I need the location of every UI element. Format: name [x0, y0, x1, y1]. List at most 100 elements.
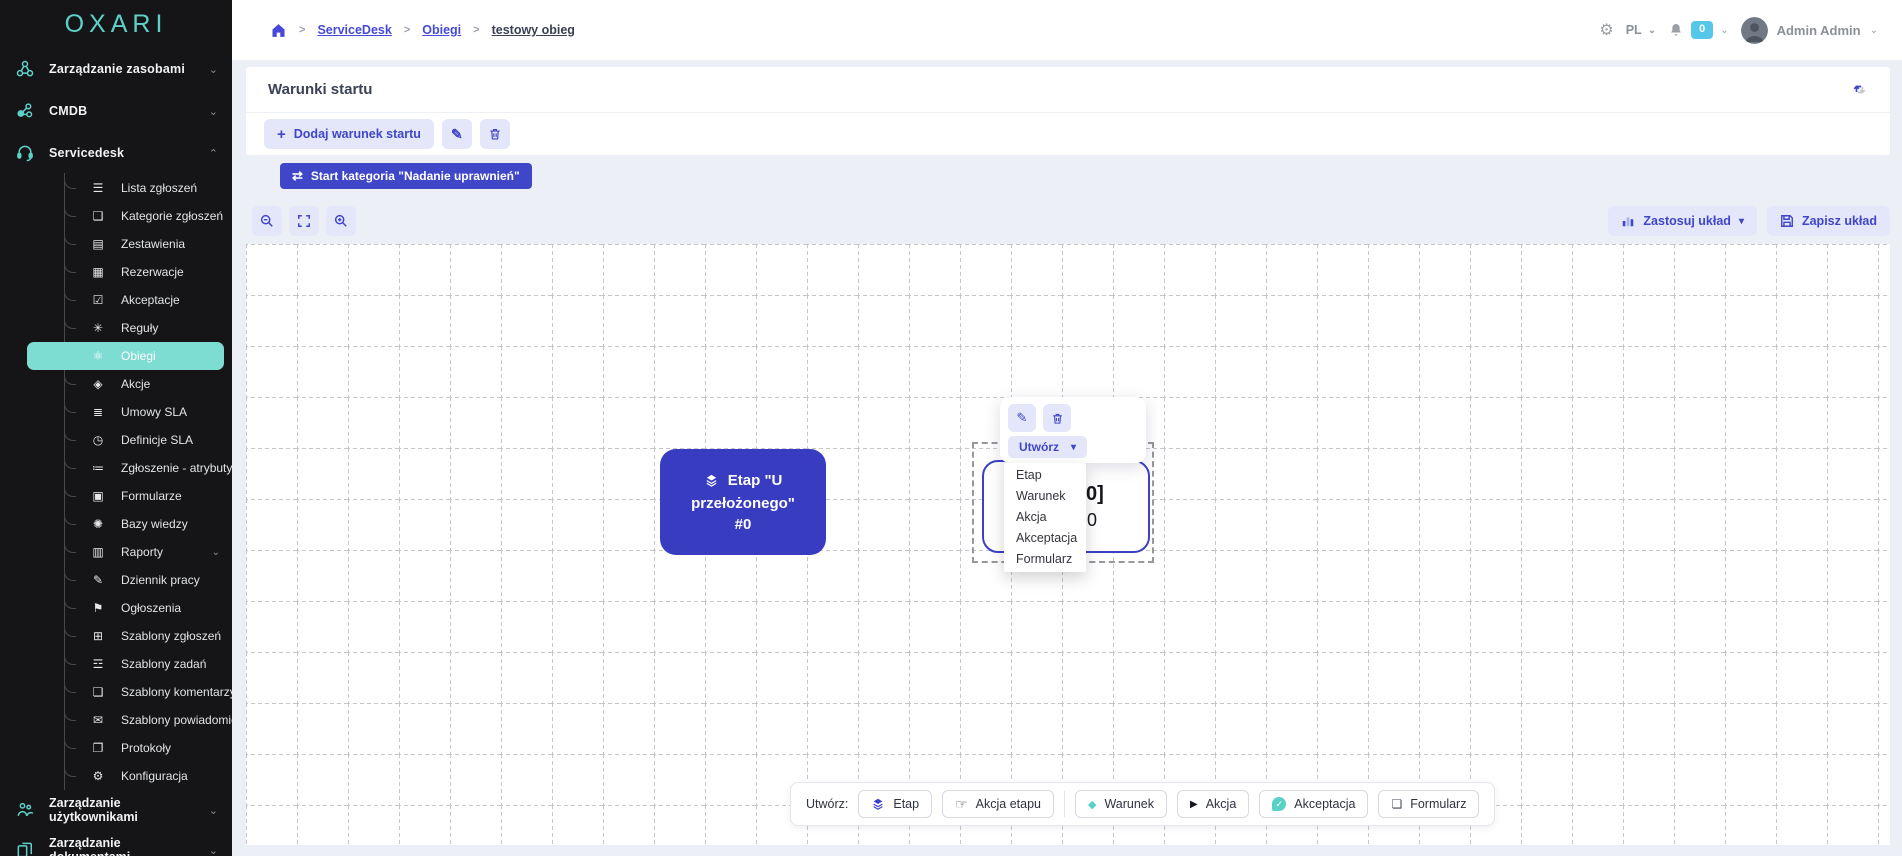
- create-dropdown-button[interactable]: Utwórz ▾: [1008, 436, 1087, 458]
- sidebar-item-zarzadzanie-dokumentami[interactable]: Zarządzanie dokumentami ⌄: [0, 830, 232, 856]
- workflow-canvas[interactable]: 0] 0 Etap "U przełożonego" #0: [246, 244, 1890, 845]
- add-start-condition-button[interactable]: + Dodaj warunek startu: [264, 119, 434, 149]
- approval-bubble-icon: ✓: [1272, 797, 1286, 811]
- create-warunek-button[interactable]: ◆ Warunek: [1075, 790, 1167, 818]
- main-area: > ServiceDesk > Obiegi > testowy obieg ⚙…: [232, 0, 1902, 856]
- sidebar-item-zarzadzanie-uzytkownikami[interactable]: Zarządzanie użytkownikami ⌄: [0, 790, 232, 830]
- start-condition-chip[interactable]: ⇄ Start kategoria "Nadanie uprawnień": [280, 163, 532, 189]
- notifications-menu[interactable]: 0 ⌄: [1668, 21, 1729, 38]
- breadcrumb: > ServiceDesk > Obiegi > testowy obieg: [270, 22, 575, 39]
- swap-order-icon[interactable]: [1851, 81, 1868, 98]
- assets-icon: [14, 58, 36, 80]
- topbar: > ServiceDesk > Obiegi > testowy obieg ⚙…: [232, 0, 1902, 60]
- sidebar-item-kategorie-zgloszen[interactable]: ❑ Kategorie zgłoszeń: [65, 202, 232, 230]
- chevron-down-icon: ⌄: [209, 804, 218, 817]
- sidebar: OXARI Zarządzanie zasobami ⌄ CMDB ⌄: [0, 0, 232, 856]
- bell-icon: [1668, 22, 1684, 38]
- sidebar-item-akceptacje[interactable]: ☑ Akceptacje: [65, 286, 232, 314]
- sidebar-item-zarzadzanie-zasobami[interactable]: Zarządzanie zasobami ⌄: [0, 48, 232, 90]
- node-context-popup: ✎ Utwórz ▾: [1000, 397, 1146, 463]
- create-menu-option[interactable]: Akcja: [1004, 507, 1086, 528]
- worklog-icon: ✎: [89, 573, 107, 587]
- oxari-logo: OXARI: [0, 0, 232, 48]
- zoom-out-icon: [260, 214, 274, 228]
- sidebar-item-reguly[interactable]: ✳ Reguły: [65, 314, 232, 342]
- breadcrumb-servicedesk[interactable]: ServiceDesk: [317, 23, 391, 37]
- sidebar-item-definicje-sla[interactable]: ◷ Definicje SLA: [65, 426, 232, 454]
- sidebar-item-label: Rezerwacje: [121, 265, 206, 279]
- create-menu-option[interactable]: Formularz: [1004, 549, 1086, 570]
- sidebar-item-raporty[interactable]: ▥ Raporty ⌄: [65, 538, 232, 566]
- sidebar-item-zgloszenie-atrybuty[interactable]: ≔ Zgłoszenie - atrybuty: [65, 454, 232, 482]
- create-menu-option[interactable]: Etap: [1004, 465, 1086, 486]
- create-menu-option[interactable]: Warunek: [1004, 486, 1086, 507]
- create-akcja-etapu-button[interactable]: ☞ Akcja etapu: [942, 790, 1054, 818]
- app-root: OXARI Zarządzanie zasobami ⌄ CMDB ⌄: [0, 0, 1902, 856]
- sidebar-item-szablony-powiadomien[interactable]: ✉ Szablony powiadomień: [65, 706, 232, 734]
- sidebar-item-label: Zarządzanie użytkownikami: [49, 796, 196, 824]
- sidebar-item-label: Reguły: [121, 321, 206, 335]
- sidebar-item-formularze[interactable]: ▣ Formularze: [65, 482, 232, 510]
- breadcrumb-separator: >: [299, 24, 305, 36]
- gear-icon[interactable]: ⚙: [1599, 20, 1613, 40]
- checklist-icon: ☑: [89, 293, 107, 307]
- sidebar-item-label: Lista zgłoszeń: [121, 181, 206, 195]
- form-doc-icon: ❏: [1391, 797, 1402, 811]
- workflow-icon: ⚛: [89, 349, 107, 363]
- sidebar-item-bazy-wiedzy[interactable]: ✺ Bazy wiedzy: [65, 510, 232, 538]
- zoom-in-button[interactable]: [326, 206, 356, 236]
- sidebar-item-konfiguracja[interactable]: ⚙ Konfiguracja: [65, 762, 232, 790]
- sidebar-item-akcje[interactable]: ◈ Akcje: [65, 370, 232, 398]
- create-formularz-button[interactable]: ❏ Formularz: [1378, 790, 1479, 818]
- users-icon: [14, 800, 36, 820]
- sidebar-item-zestawienia[interactable]: ▤ Zestawienia: [65, 230, 232, 258]
- language-selector[interactable]: PL ⌄: [1626, 23, 1656, 37]
- sidebar-item-szablony-komentarzy[interactable]: ❏ Szablony komentarzy: [65, 678, 232, 706]
- start-condition-row: ⇄ Start kategoria "Nadanie uprawnień": [280, 163, 1890, 189]
- sidebar-item-protokoly[interactable]: ❐ Protokoły: [65, 734, 232, 762]
- create-menu-option[interactable]: Akceptacja: [1004, 528, 1086, 549]
- sidebar-item-szablony-zgloszen[interactable]: ⊞ Szablony zgłoszeń: [65, 622, 232, 650]
- sidebar-item-label: Akceptacje: [121, 293, 206, 307]
- condition-diamond-icon: ◆: [1088, 798, 1096, 811]
- sidebar-item-umowy-sla[interactable]: ≣ Umowy SLA: [65, 398, 232, 426]
- sidebar-item-label: Umowy SLA: [121, 405, 206, 419]
- edit-node-button[interactable]: ✎: [1008, 404, 1036, 432]
- breadcrumb-separator: >: [404, 24, 410, 36]
- list-icon: ☰: [89, 181, 107, 195]
- sidebar-item-dziennik-pracy[interactable]: ✎ Dziennik pracy: [65, 566, 232, 594]
- sidebar-item-rezerwacje[interactable]: ▦ Rezerwacje: [65, 258, 232, 286]
- sidebar-item-ogloszenia[interactable]: ⚑ Ogłoszenia: [65, 594, 232, 622]
- delete-button[interactable]: [480, 119, 510, 149]
- create-akceptacja-button[interactable]: ✓ Akceptacja: [1259, 790, 1368, 818]
- edit-button[interactable]: ✎: [442, 119, 472, 149]
- user-menu[interactable]: Admin Admin ⌄: [1741, 17, 1878, 44]
- chevron-down-icon: ⌄: [209, 844, 218, 856]
- sidebar-item-obiegi[interactable]: ⚛ Obiegi: [27, 342, 224, 370]
- breadcrumb-obiegi[interactable]: Obiegi: [422, 23, 461, 37]
- canvas-toolbar: Zastosuj układ ▾ Zapisz układ: [246, 206, 1890, 236]
- documents-icon: [14, 840, 36, 856]
- sidebar-item-cmdb[interactable]: CMDB ⌄: [0, 90, 232, 132]
- sidebar-item-szablony-zadan[interactable]: ☲ Szablony zadań: [65, 650, 232, 678]
- apply-layout-button[interactable]: Zastosuj układ ▾: [1608, 206, 1757, 236]
- sidebar-item-lista-zgloszen[interactable]: ☰ Lista zgłoszeń: [65, 174, 232, 202]
- ticket-template-icon: ⊞: [89, 629, 107, 643]
- fit-view-icon: [297, 214, 311, 228]
- sidebar-item-servicedesk[interactable]: Servicedesk ⌃: [0, 132, 232, 174]
- create-etap-button[interactable]: Etap: [858, 790, 932, 818]
- attributes-icon: ≔: [89, 461, 107, 475]
- delete-node-button[interactable]: [1043, 404, 1071, 432]
- sidebar-item-label: Formularze: [121, 489, 206, 503]
- layers-icon: [704, 475, 723, 492]
- notification-count-badge: 0: [1691, 21, 1713, 38]
- chevron-down-icon: ⌄: [1720, 25, 1728, 36]
- home-icon[interactable]: [270, 22, 287, 39]
- save-layout-button[interactable]: Zapisz układ: [1767, 206, 1890, 236]
- sidebar-item-label: Akcje: [121, 377, 206, 391]
- fit-view-button[interactable]: [289, 206, 319, 236]
- zoom-out-button[interactable]: [252, 206, 282, 236]
- chevron-down-icon: ▾: [1739, 216, 1744, 227]
- create-akcja-button[interactable]: ▶ Akcja: [1177, 790, 1249, 818]
- workflow-node-etap[interactable]: Etap "U przełożonego" #0: [660, 449, 826, 555]
